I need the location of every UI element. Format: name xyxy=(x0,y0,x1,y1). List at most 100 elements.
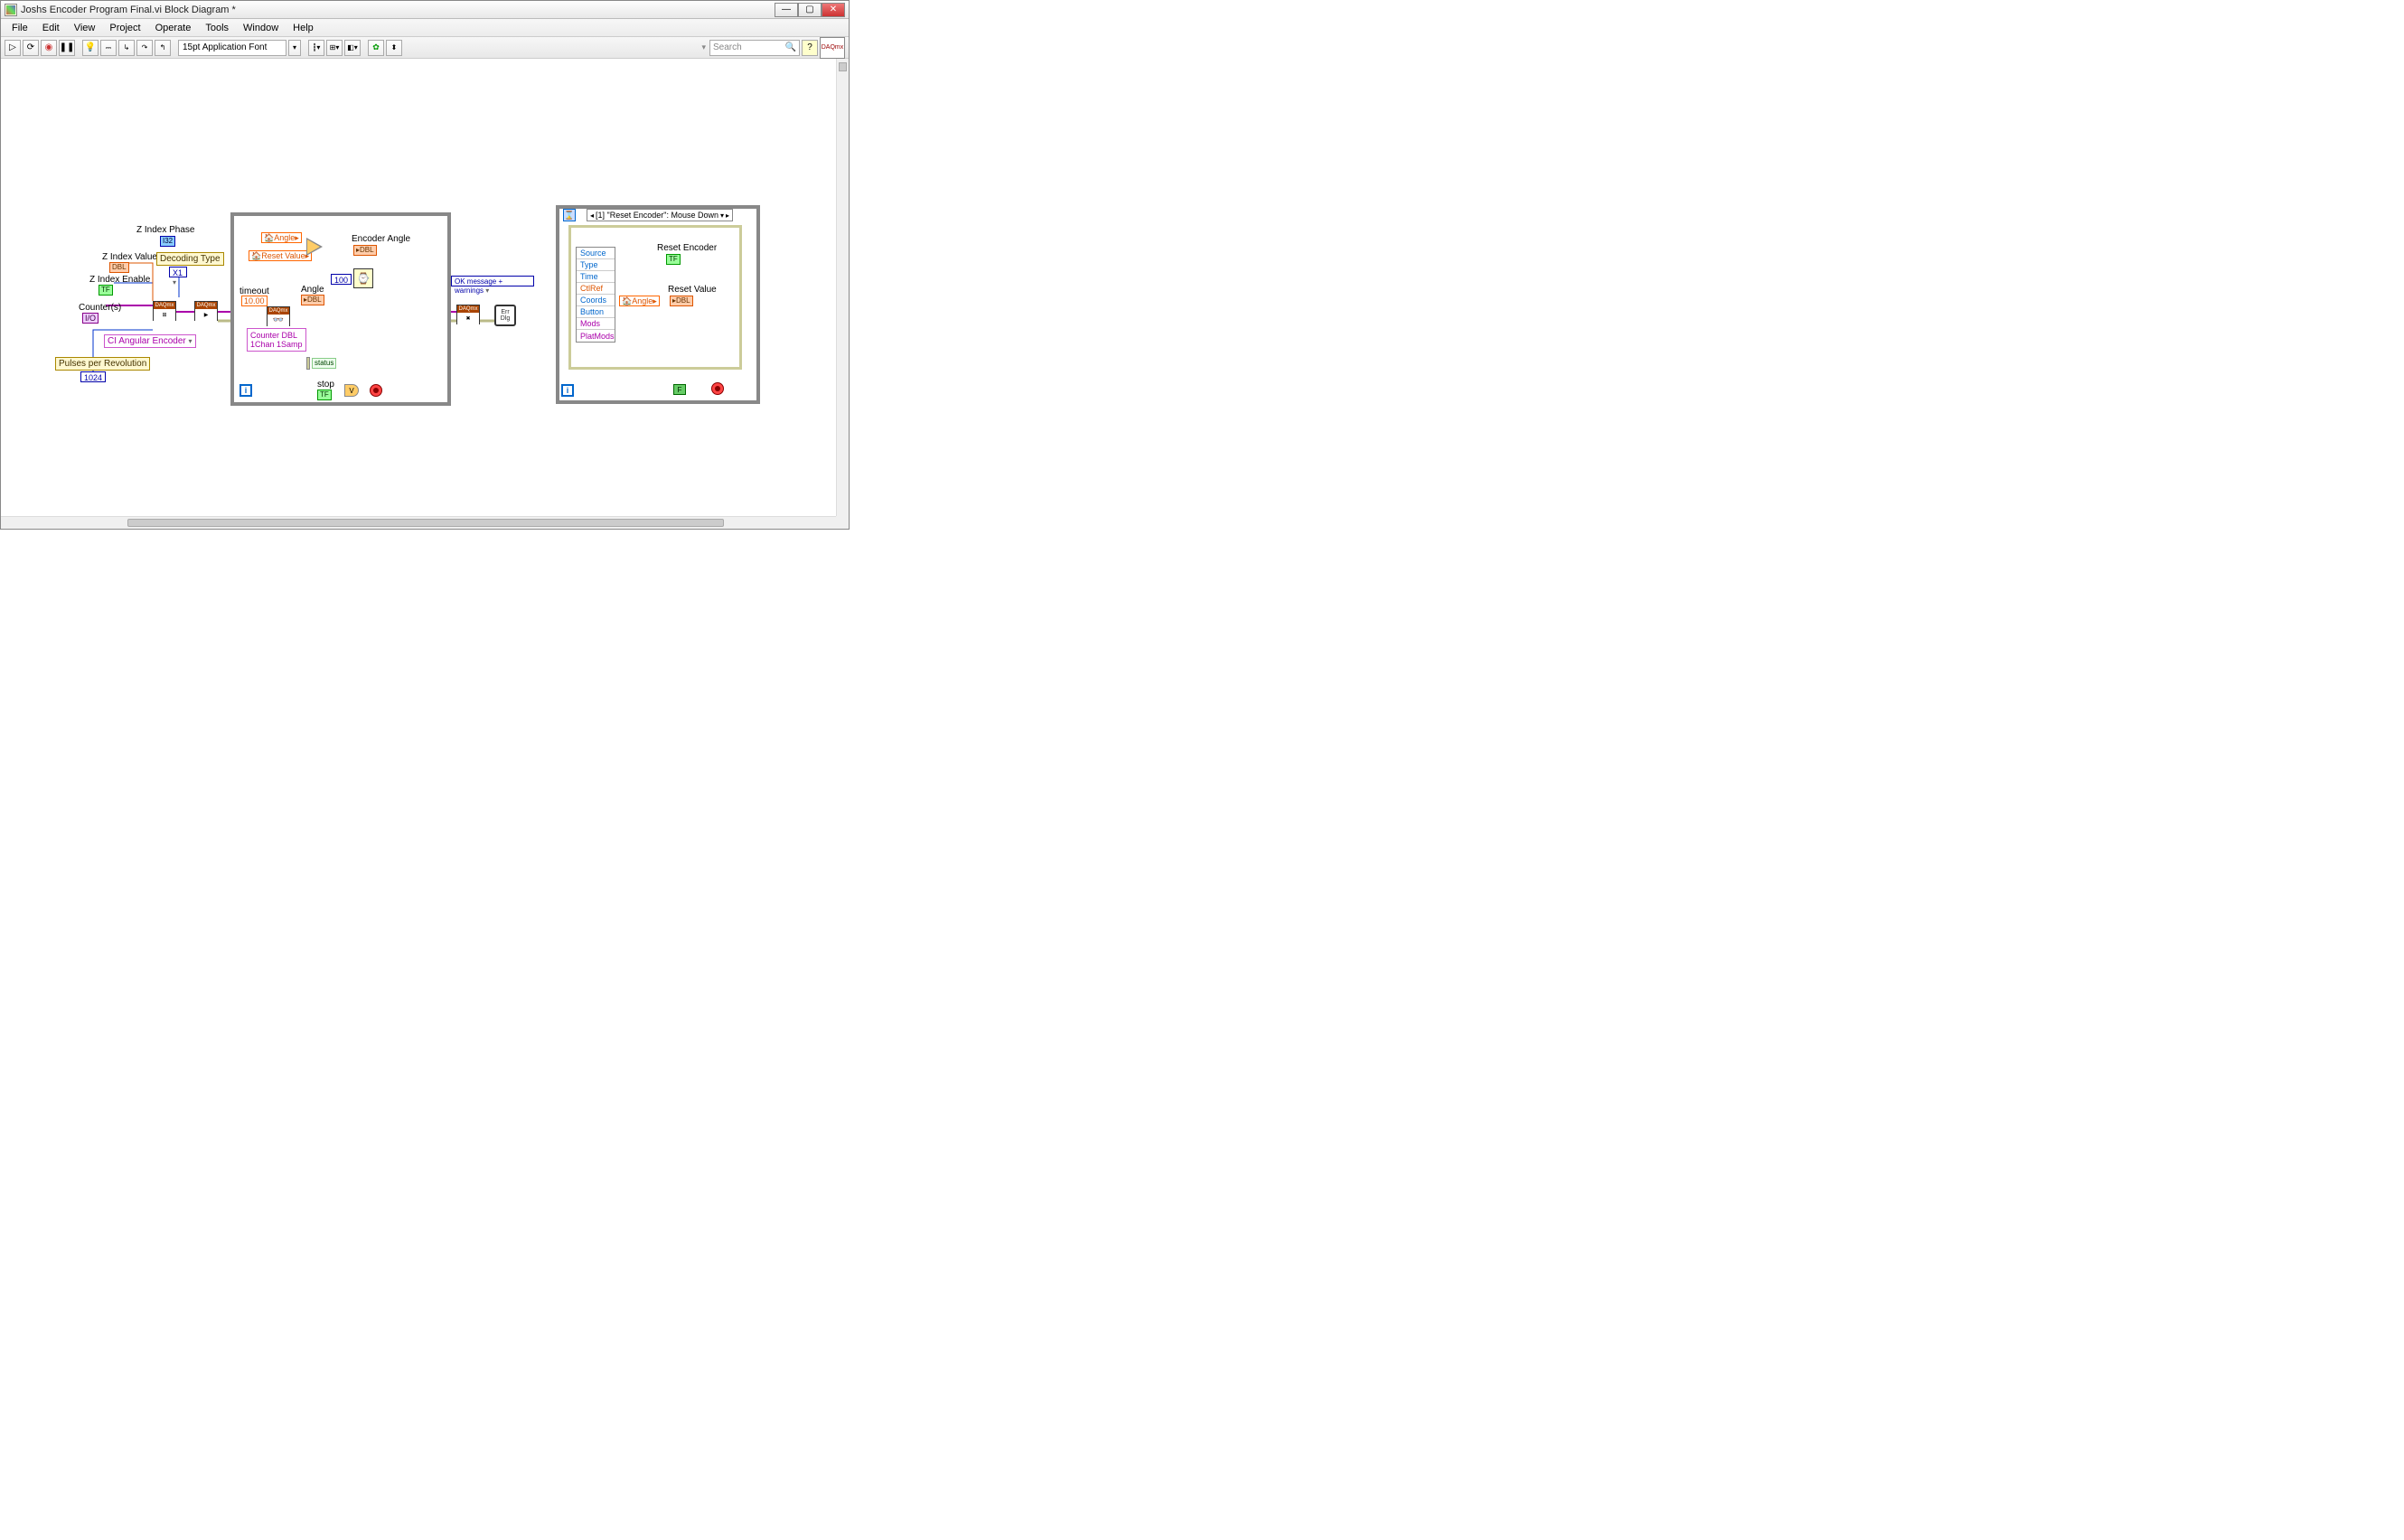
app-window: Joshs Encoder Program Final.vi Block Dia… xyxy=(0,0,850,530)
encoder-angle-val: DBL xyxy=(360,246,374,254)
search-placeholder: Search xyxy=(713,42,742,52)
step-over-button[interactable]: ↷ xyxy=(136,40,153,56)
event-case-selector[interactable]: ◂[1] "Reset Encoder": Mouse Down▾▸ xyxy=(587,209,733,221)
status-element: status xyxy=(312,358,336,369)
z-index-value-control[interactable]: DBL xyxy=(109,262,129,273)
font-selector[interactable]: 15pt Application Font xyxy=(178,40,286,56)
event-stop-terminal[interactable] xyxy=(711,382,724,395)
z-index-phase-control[interactable]: I32 xyxy=(160,236,175,247)
ci-angular-encoder-selector[interactable]: CI Angular Encoder ▾ xyxy=(104,334,196,348)
reset-encoder-control[interactable]: TF xyxy=(666,254,681,265)
title-bar: Joshs Encoder Program Final.vi Block Dia… xyxy=(1,1,849,19)
maximize-button[interactable]: ▢ xyxy=(798,3,822,17)
subtract-node[interactable] xyxy=(307,239,320,254)
minimize-button[interactable]: — xyxy=(775,3,798,17)
highlight-exec-button[interactable]: 💡 xyxy=(82,40,99,56)
encoder-angle-indicator[interactable]: ▸DBL xyxy=(353,245,377,256)
hscroll-thumb[interactable] xyxy=(127,519,724,527)
z-index-enable-control[interactable]: TF xyxy=(99,285,113,296)
search-icon: 🔍 xyxy=(785,42,796,52)
menu-tools[interactable]: Tools xyxy=(198,21,236,35)
event-timeout-terminal[interactable]: ⌛ xyxy=(563,209,576,221)
timeout-constant[interactable]: 10.00 xyxy=(241,296,268,306)
event-iteration-terminal: i xyxy=(561,384,574,397)
search-glyph-icon: ▾ xyxy=(701,42,706,52)
encoder-angle-label: Encoder Angle xyxy=(352,234,410,244)
cleanup-button[interactable]: ✿ xyxy=(368,40,384,56)
wait-ms-node[interactable]: ⌚ xyxy=(353,268,373,288)
block-diagram-canvas[interactable]: Z Index Phase I32 Z Index Value DBL Z In… xyxy=(1,59,836,516)
menu-file[interactable]: File xyxy=(5,21,35,35)
angle-local-read[interactable]: 🏠Angle▸ xyxy=(261,232,302,243)
vertical-scrollbar[interactable] xyxy=(836,59,849,516)
unbundle-by-name-node[interactable] xyxy=(306,357,310,370)
menu-window[interactable]: Window xyxy=(236,21,286,35)
menu-project[interactable]: Project xyxy=(102,21,147,35)
menu-help[interactable]: Help xyxy=(286,21,321,35)
menu-edit[interactable]: Edit xyxy=(35,21,67,35)
run-button[interactable]: ▷ xyxy=(5,40,21,56)
reset-encoder-label: Reset Encoder xyxy=(657,243,717,253)
canvas-wrap: Z Index Phase I32 Z Index Value DBL Z In… xyxy=(1,59,849,529)
event-row-time: Time xyxy=(577,271,615,283)
search-input[interactable]: Search 🔍 xyxy=(709,40,800,56)
pause-button[interactable]: ❚❚ xyxy=(59,40,75,56)
event-angle-local-read[interactable]: 🏠Angle▸ xyxy=(619,296,660,306)
counter-dbl-selector[interactable]: Counter DBL 1Chan 1Samp xyxy=(247,328,306,352)
distribute-button[interactable]: ⊞▾ xyxy=(326,40,343,56)
loop-stop-terminal[interactable] xyxy=(370,384,382,397)
step-out-button[interactable]: ↰ xyxy=(155,40,171,56)
or-node[interactable]: V xyxy=(344,384,359,397)
step-into-button[interactable]: ↳ xyxy=(118,40,135,56)
wait-ms-constant[interactable]: 100 xyxy=(331,274,352,285)
scroll-corner xyxy=(836,516,849,529)
reset-local-text: Reset Value xyxy=(261,251,305,260)
event-angle-text: Angle xyxy=(632,296,653,305)
vi-connector-icon[interactable]: DAQmx xyxy=(820,37,845,59)
menu-view[interactable]: View xyxy=(67,21,103,35)
context-help-button[interactable]: ? xyxy=(802,40,818,56)
toolbar: ▷ ⟳ ◉ ❚❚ 💡 ⎓ ↳ ↷ ↰ 15pt Application Font… xyxy=(1,37,849,59)
event-row-type: Type xyxy=(577,259,615,271)
event-data-node[interactable]: Source Type Time CtlRef Coords Button Mo… xyxy=(576,247,615,343)
reset-value-indicator[interactable]: ▸DBL xyxy=(670,296,693,306)
dialog-text: OK message + warnings xyxy=(455,277,502,295)
align-button[interactable]: ┇▾ xyxy=(308,40,324,56)
angle-indicator[interactable]: ▸DBL xyxy=(301,295,324,305)
daqmx-create-channel-node[interactable]: DAQmx⊞ xyxy=(153,301,176,321)
false-constant[interactable]: F xyxy=(673,384,686,395)
ci-enc-text: CI Angular Encoder xyxy=(108,336,186,346)
loop-iteration-terminal: i xyxy=(239,384,252,397)
daqmx-read-node[interactable]: DAQmx👓 xyxy=(267,306,290,326)
daqmx-start-task-node[interactable]: DAQmx▶ xyxy=(194,301,218,321)
angle-local-text: Angle xyxy=(274,233,295,242)
reorder-button[interactable]: ⬍ xyxy=(386,40,402,56)
vi-icon xyxy=(5,4,17,16)
close-button[interactable]: ✕ xyxy=(822,3,845,17)
horizontal-scrollbar[interactable] xyxy=(1,516,836,529)
decoding-type-control[interactable]: X1 ▾ xyxy=(169,267,187,277)
counters-label: Counter(s) xyxy=(79,303,121,313)
run-continuous-button[interactable]: ⟳ xyxy=(23,40,39,56)
event-row-coords: Coords xyxy=(577,295,615,306)
event-row-platmods: PlatMods xyxy=(577,330,615,342)
reset-value-ind-val: DBL xyxy=(676,296,690,305)
vscroll-thumb[interactable] xyxy=(839,62,847,71)
reset-value-local-read[interactable]: 🏠Reset Value▸ xyxy=(249,250,312,261)
pulses-per-rev-control[interactable]: 1024 xyxy=(80,371,106,382)
event-row-source: Source xyxy=(577,248,615,259)
menu-bar: File Edit View Project Operate Tools Win… xyxy=(1,19,849,37)
counters-control[interactable]: I/O xyxy=(82,313,99,324)
font-dropdown[interactable]: ▾ xyxy=(288,40,301,56)
dialog-type-selector[interactable]: OK message + warnings ▾ xyxy=(451,276,534,286)
daqmx-stop-clear-node[interactable]: DAQmx✖ xyxy=(456,305,480,324)
event-row-mods: Mods xyxy=(577,318,615,330)
retain-wire-button[interactable]: ⎓ xyxy=(100,40,117,56)
resize-button[interactable]: ◧▾ xyxy=(344,40,361,56)
stop-control[interactable]: TF xyxy=(317,390,332,400)
stop-label: stop xyxy=(317,380,334,390)
angle-label: Angle xyxy=(301,285,324,295)
menu-operate[interactable]: Operate xyxy=(148,21,199,35)
abort-button[interactable]: ◉ xyxy=(41,40,57,56)
simple-error-handler-node[interactable]: ErrDlg xyxy=(494,305,516,326)
